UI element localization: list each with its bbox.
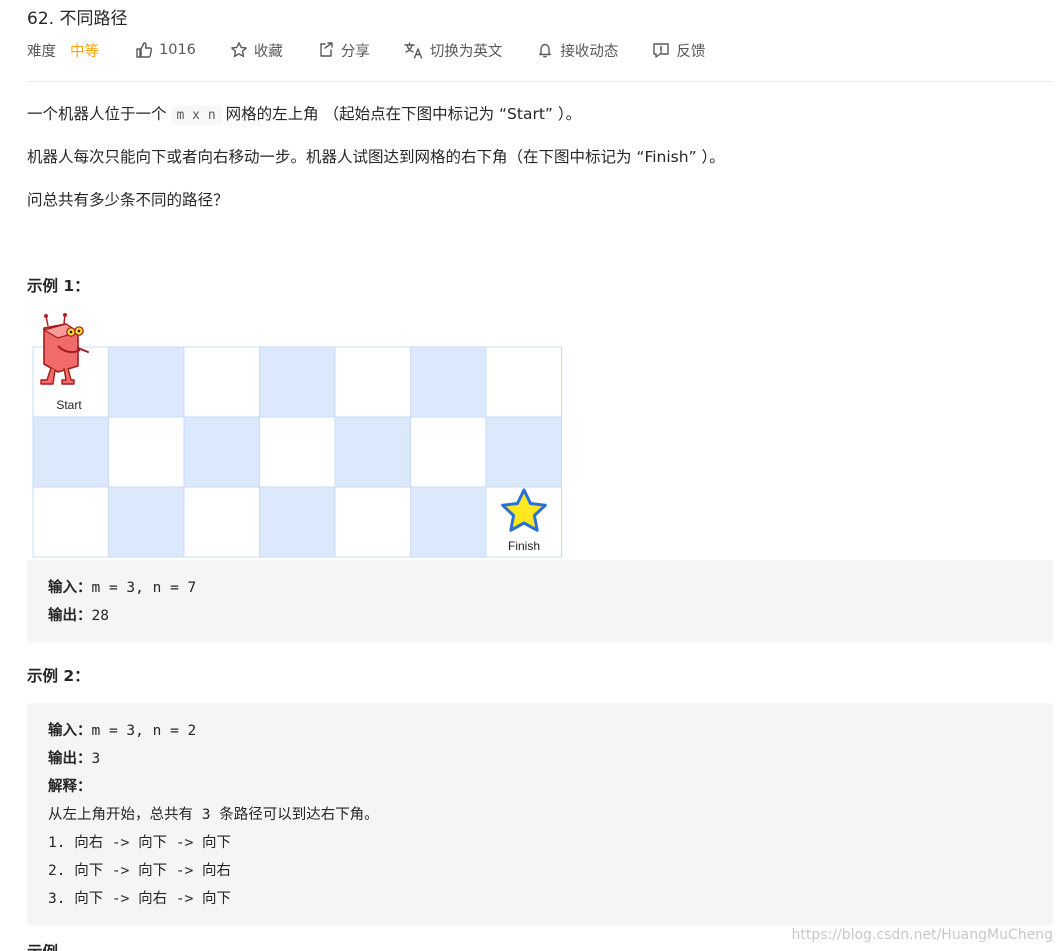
grid-cell [410,486,487,558]
grid-cell [259,486,336,558]
example-1-input: 输入：m = 3, n = 7 [48,578,196,598]
grid-cell [108,416,185,488]
example-1-codebox: 输入：m = 3, n = 7 输出：28 [27,560,1053,643]
difficulty-label: 难度 [27,43,56,60]
grid-cell [259,416,336,488]
grid-cell [410,346,487,418]
watermark: https://blog.csdn.net/HuangMuCheng [791,927,1053,943]
description-text: 网格的左上角 （起始点在下图中标记为 “Start” ）。 [225,105,582,123]
description-paragraph-3: 问总共有多少条不同的路径？ [27,191,229,209]
input-value: m = 3, n = 7 [91,580,197,596]
grid-cell [485,416,562,488]
explain-label: 解释： [48,779,92,795]
share-label: 分享 [340,43,370,60]
example-1-heading: 示例 1： [27,277,90,295]
grid-cell [108,346,185,418]
translate-label: 切换为英文 [429,43,503,60]
grid-cell [183,486,260,558]
notify-label: 接收动态 [560,43,619,60]
example-3-heading-partial: 示例 [27,940,58,951]
feedback-icon [653,43,670,58]
output-value: 28 [91,608,109,624]
example-2-output: 输出：3 [48,749,100,769]
grid-cell [183,416,260,488]
share-button[interactable]: 分享 [317,40,370,61]
finish-label: Finish [508,539,540,553]
example-grid-image: Start Finish [32,310,572,560]
input-label: 输入： [48,580,92,596]
grid-cell [334,346,411,418]
like-count: 1016 [159,42,196,58]
explain-line: 1. 向右 -> 向下 -> 向下 [48,835,232,851]
star-icon [231,42,247,58]
start-label: Start [56,398,82,412]
grid-cells [32,346,562,558]
example-1-output: 输出：28 [48,606,109,626]
feedback-button[interactable]: 反馈 [652,40,705,61]
problem-toolbar: 难度 中等 1016 收藏 分享 切换为英文 接收动态 反馈 [27,38,739,62]
grid-cell [32,486,109,558]
bell-icon [539,43,552,58]
translate-button[interactable]: 切换为英文 [404,40,503,61]
grid-cell [259,346,336,418]
feedback-label: 反馈 [676,43,706,60]
grid-cell [485,346,562,418]
problem-title: 62. 不同路径 [27,9,128,29]
output-label: 输出： [48,608,92,624]
grid-cell [410,416,487,488]
share-icon [320,42,333,57]
input-value: m = 3, n = 2 [91,723,197,739]
explain-line: 3. 向下 -> 向右 -> 向下 [48,891,232,907]
example-2-codebox: 输入：m = 3, n = 2 输出：3 解释： 从左上角开始，总共有 3 条路… [27,703,1053,926]
description-paragraph-2: 机器人每次只能向下或者向右移动一步。机器人试图达到网格的右下角（在下图中标记为 … [27,148,725,166]
robot-grid-figure: Start Finish [32,313,562,558]
explain-line: 从左上角开始，总共有 3 条路径可以到达右下角。 [48,807,379,823]
header-divider [27,81,1053,82]
grid-cell [334,486,411,558]
notify-button[interactable]: 接收动态 [536,40,618,61]
grid-cell [108,486,185,558]
inline-code: m x n [170,106,222,125]
like-button[interactable]: 1016 [135,41,196,59]
example-2-heading: 示例 2： [27,667,90,685]
output-value: 3 [91,751,101,767]
output-label: 输出： [48,751,92,767]
example-2-input: 输入：m = 3, n = 2 [48,721,196,741]
thumbs-up-icon [136,42,153,58]
grid-cell [32,416,109,488]
grid-cell [183,346,260,418]
description-text: 一个机器人位于一个 [27,105,167,123]
description-paragraph-1: 一个机器人位于一个 m x n 网格的左上角 （起始点在下图中标记为 “Start”… [27,103,581,127]
explain-line: 2. 向下 -> 向下 -> 向右 [48,863,232,879]
favorite-button[interactable]: 收藏 [230,40,283,61]
grid-cell [334,416,411,488]
favorite-label: 收藏 [253,43,283,60]
difficulty-badge: 中等 [70,43,99,60]
translate-icon [404,42,423,59]
input-label: 输入： [48,723,92,739]
